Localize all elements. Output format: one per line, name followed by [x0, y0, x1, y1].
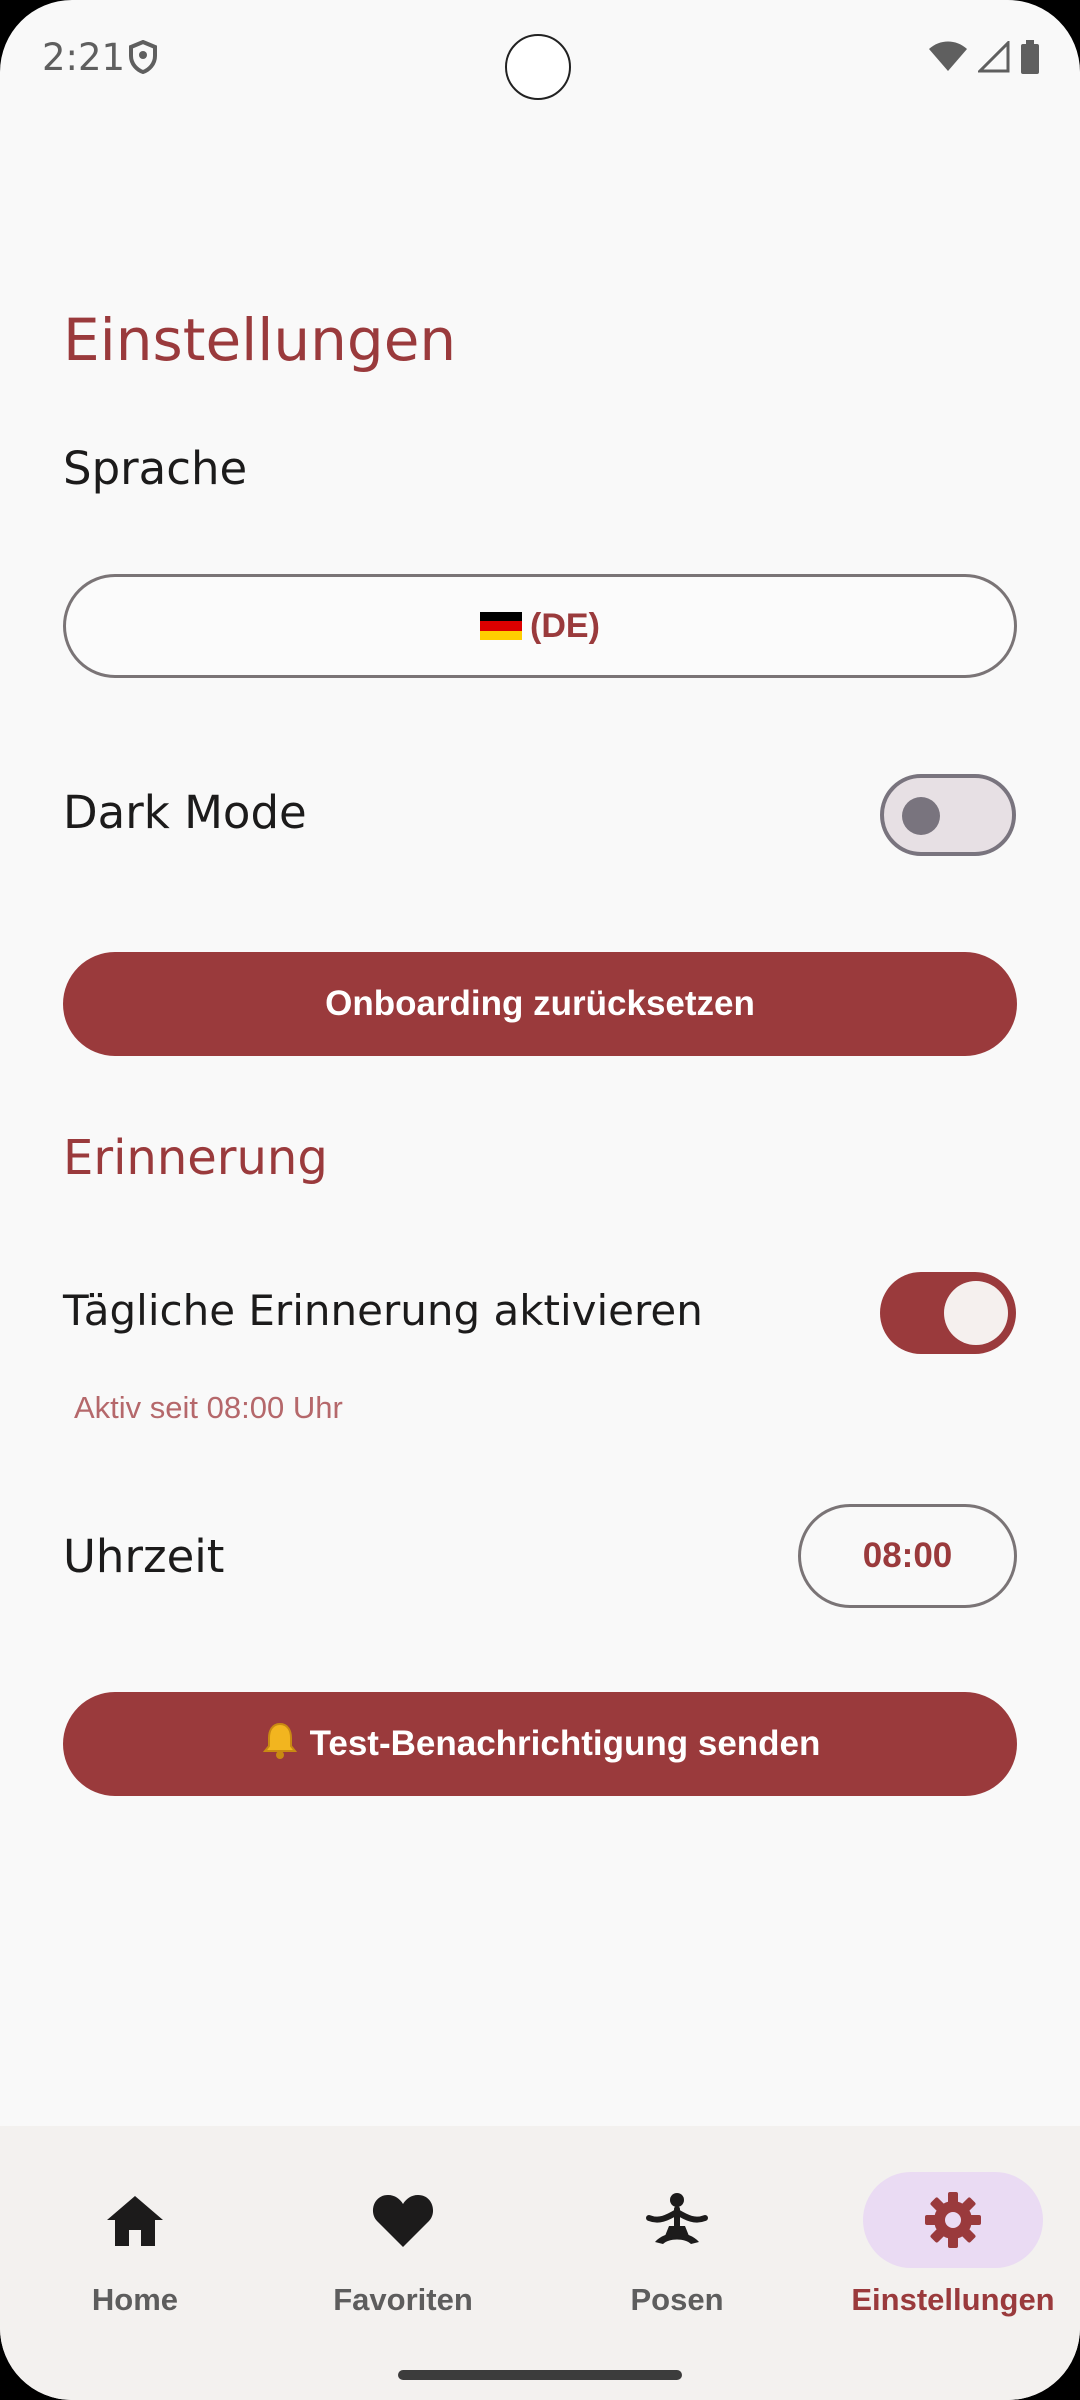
battery-icon — [1021, 40, 1039, 74]
time-value: 08:00 — [862, 1536, 953, 1575]
language-button[interactable]: (DE) — [63, 574, 1017, 678]
nav-item-favorites[interactable]: Favoriten — [268, 2172, 538, 2322]
dark-mode-label: Dark Mode — [63, 786, 307, 839]
heart-icon — [372, 2195, 434, 2247]
nav-item-poses[interactable]: Posen — [542, 2172, 812, 2322]
germany-flag-icon — [480, 612, 523, 640]
toggle-knob — [944, 1281, 1008, 1345]
time-label: Uhrzeit — [63, 1530, 225, 1583]
daily-reminder-label: Tägliche Erinnerung aktivieren — [63, 1286, 703, 1335]
nav-label-poses: Posen — [630, 2282, 724, 2317]
gear-icon — [925, 2192, 981, 2248]
language-label: Sprache — [63, 442, 248, 495]
camera-cutout — [505, 34, 571, 100]
test-notification-label: Test-Benachrichtigung senden — [309, 1724, 821, 1763]
status-time: 2:21 — [42, 36, 126, 79]
reminder-section-title: Erinnerung — [63, 1130, 328, 1186]
nav-label-home: Home — [91, 2282, 179, 2317]
toggle-knob — [902, 797, 940, 835]
home-icon — [107, 2196, 163, 2246]
reset-onboarding-button[interactable]: Onboarding zurücksetzen — [63, 952, 1017, 1056]
signal-icon — [978, 41, 1010, 73]
nav-item-settings[interactable]: Einstellungen — [818, 2172, 1080, 2322]
active-indicator — [863, 2172, 1043, 2268]
shield-icon — [128, 39, 158, 79]
gesture-home-bar[interactable] — [398, 2370, 682, 2380]
reset-onboarding-label: Onboarding zurücksetzen — [325, 984, 755, 1023]
language-button-label: (DE) — [530, 606, 600, 645]
status-icons — [928, 40, 1040, 74]
nav-item-home[interactable]: Home — [0, 2172, 270, 2322]
daily-reminder-toggle[interactable] — [880, 1272, 1016, 1354]
time-picker-button[interactable]: 08:00 — [798, 1504, 1017, 1608]
bottom-navigation: Home Favoriten Posen Einstellungen — [0, 2126, 1080, 2400]
nav-label-favorites: Favoriten — [333, 2282, 473, 2317]
dark-mode-toggle[interactable] — [880, 774, 1016, 856]
page-title: Einstellungen — [63, 306, 457, 374]
nav-label-settings: Einstellungen — [851, 2282, 1055, 2317]
test-notification-button[interactable]: Test-Benachrichtigung senden — [63, 1692, 1017, 1796]
bell-icon — [260, 1720, 300, 1769]
reminder-status-text: Aktiv seit 08:00 Uhr — [74, 1390, 343, 1425]
yoga-pose-icon — [646, 2193, 708, 2244]
wifi-icon — [929, 41, 967, 71]
settings-screen: 2:21 Einstellungen Sprache (DE) Dark Mod… — [0, 0, 1080, 2400]
